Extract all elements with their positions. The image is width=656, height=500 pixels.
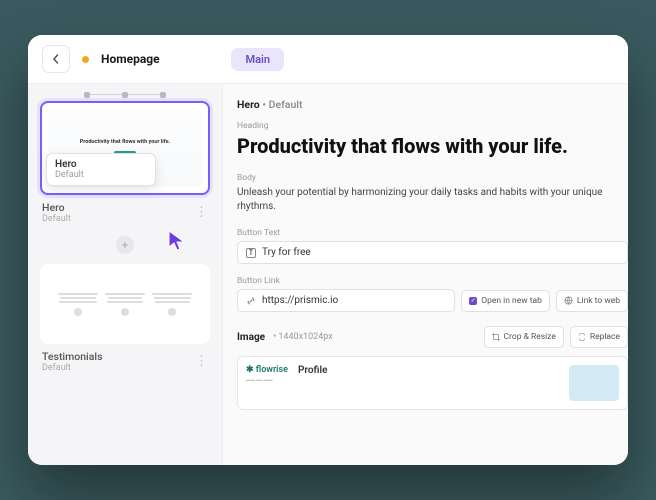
button-text-input[interactable]: T Try for free [237,241,628,264]
crop-resize-button[interactable]: Crop & Resize [484,326,564,348]
field-label: Button Text [237,228,628,238]
replace-button[interactable]: Replace [570,326,628,348]
field-label: Body [237,173,628,183]
slice-label-testimonials: Testimonials Default ⋮ [40,348,210,375]
slice-label-hero: Hero Default ⋮ [40,199,210,226]
link-to-web-button[interactable]: Link to web [556,290,628,312]
track-indicator [40,94,210,95]
preview-image-block [569,365,619,401]
breadcrumb: Hero • Default [237,98,628,111]
body-field[interactable]: Unleash your potential by harmonizing yo… [237,186,628,214]
preview-brand: ✱ flowrise ━━━ ━━ ━━━ [246,365,288,384]
crop-icon [492,333,500,341]
slice-thumbnail [46,270,204,338]
field-label: Button Link [237,276,628,286]
back-button[interactable] [42,45,70,73]
link-icon [246,296,256,306]
tab-main[interactable]: Main [231,48,284,71]
status-dot [82,56,89,63]
slice-card-hero[interactable]: Productivity that flows with your life. … [40,101,210,195]
button-link-input[interactable]: https://prismic.io [237,289,455,312]
replace-icon [578,333,586,341]
image-preview[interactable]: ✱ flowrise ━━━ ━━ ━━━ Profile [237,356,628,410]
add-slice-button[interactable]: + [116,236,134,254]
heading-field[interactable]: Productivity that flows with your life. [237,134,628,159]
page-title: Homepage [101,52,160,66]
open-new-tab-toggle[interactable]: Open in new tab [461,290,550,312]
preview-title: Profile [298,365,328,376]
cursor-icon [166,229,190,253]
kebab-icon[interactable]: ⋮ [195,205,208,220]
drag-tooltip: Hero Default [46,153,156,186]
kebab-icon[interactable]: ⋮ [195,354,208,369]
field-label: Heading [237,121,628,131]
image-dimensions: • 1440x1024px [273,332,333,342]
text-icon: T [246,248,256,258]
editor-panel: Hero • Default Heading Productivity that… [223,84,628,465]
image-field-label: Image [237,332,265,343]
slice-sidebar: Productivity that flows with your life. … [28,84,223,465]
slice-card-testimonials[interactable] [40,264,210,344]
globe-icon [564,296,573,305]
checkbox-icon [469,297,477,305]
